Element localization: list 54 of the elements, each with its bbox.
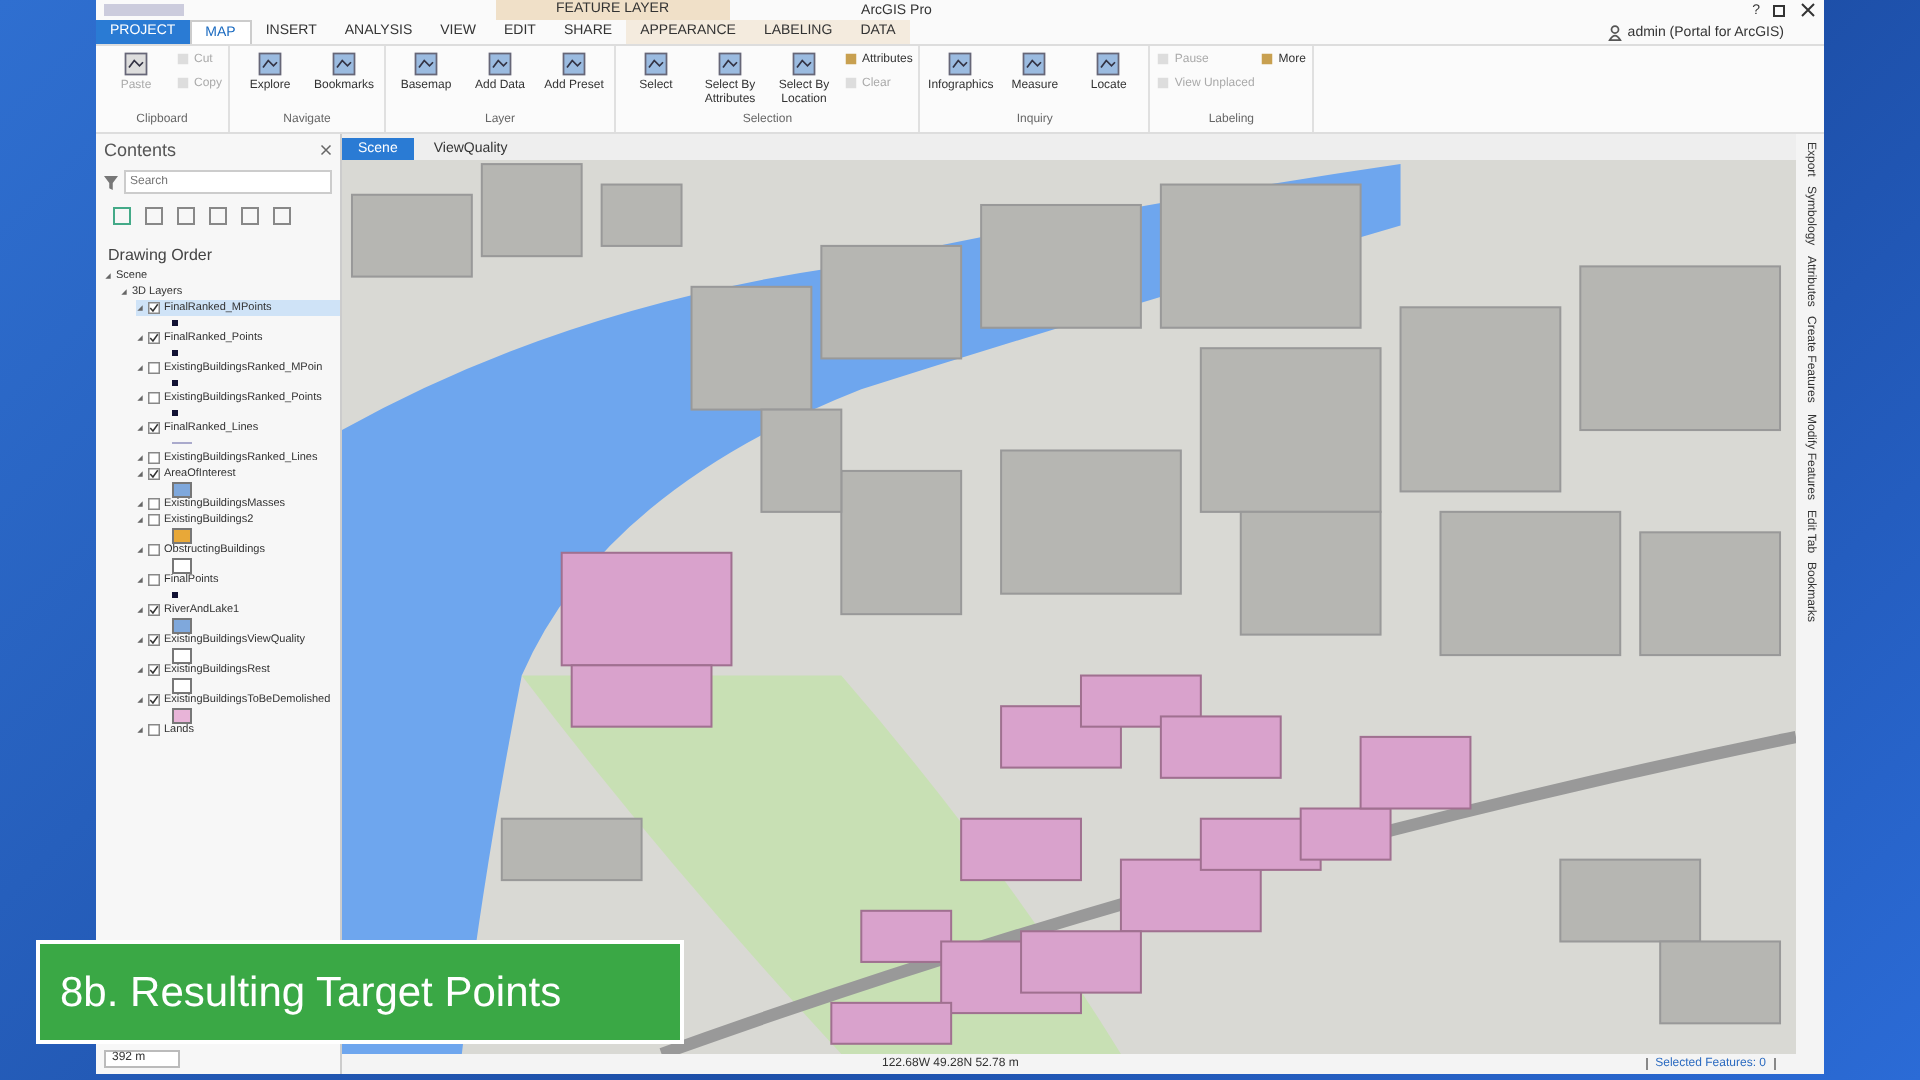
tool-icon: [256, 50, 285, 78]
tool-icon: [330, 50, 359, 78]
expand-icon[interactable]: [136, 364, 144, 372]
tool-icon: [716, 50, 745, 78]
tool-icon: [946, 50, 975, 78]
tool-icon: [1094, 50, 1123, 78]
restore-icon[interactable]: [1772, 2, 1788, 18]
checkbox[interactable]: [148, 362, 160, 374]
tool-icon: [412, 50, 441, 78]
point-symbol-icon: [172, 410, 178, 416]
checkbox[interactable]: [148, 634, 160, 646]
point-symbol-icon: [172, 380, 178, 386]
expand-icon[interactable]: [136, 334, 144, 342]
checkbox[interactable]: [148, 498, 160, 510]
close-icon[interactable]: [1800, 2, 1816, 18]
expand-icon[interactable]: [136, 636, 144, 644]
tool-icon: [560, 50, 589, 78]
filter-icon[interactable]: [104, 175, 118, 189]
tool-icon: [1020, 50, 1049, 78]
checkbox[interactable]: [148, 302, 160, 314]
expand-icon[interactable]: [136, 726, 144, 734]
expand-icon[interactable]: [136, 394, 144, 402]
checkbox[interactable]: [148, 452, 160, 464]
section-heading: Drawing Order: [106, 244, 215, 268]
point-symbol-icon: [172, 350, 178, 356]
expand-icon[interactable]: [136, 576, 144, 584]
tool-icon: [790, 50, 819, 78]
close-icon[interactable]: [320, 144, 332, 156]
expand-icon[interactable]: [136, 424, 144, 432]
expand-icon[interactable]: [136, 666, 144, 674]
line-symbol-icon: [172, 442, 192, 444]
checkbox[interactable]: [148, 604, 160, 616]
expand-icon[interactable]: [136, 546, 144, 554]
checkbox[interactable]: [148, 574, 160, 586]
checkbox[interactable]: [148, 332, 160, 344]
tool-icon: [1260, 52, 1275, 66]
user-icon: [1607, 23, 1622, 41]
tool-icon: [642, 50, 671, 78]
slide-caption: 8b. Resulting Target Points: [36, 940, 684, 1044]
pane-title: Contents: [104, 140, 177, 160]
expand-icon[interactable]: [136, 696, 144, 704]
checkbox[interactable]: [148, 694, 160, 706]
checkbox[interactable]: [148, 664, 160, 676]
tool-icon: [122, 50, 150, 78]
checkbox[interactable]: [148, 544, 160, 556]
checkbox[interactable]: [148, 392, 160, 404]
tool-icon: [486, 50, 515, 78]
point-symbol-icon: [172, 592, 178, 598]
expand-icon[interactable]: [136, 606, 144, 614]
checkbox[interactable]: [148, 422, 160, 434]
checkbox[interactable]: [148, 724, 160, 736]
checkbox[interactable]: [148, 514, 160, 526]
checkbox[interactable]: [148, 468, 160, 480]
point-symbol-icon: [172, 320, 178, 326]
